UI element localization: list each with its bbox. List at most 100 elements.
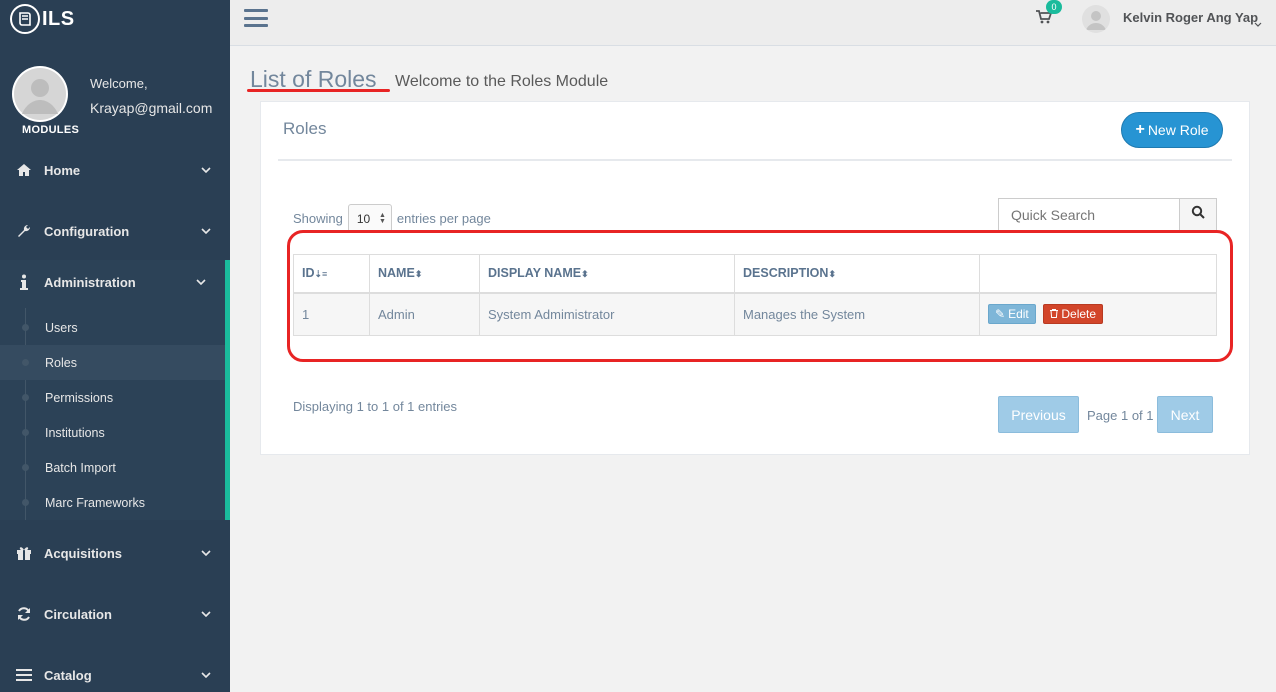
next-button[interactable]: Next — [1157, 396, 1213, 433]
wrench-icon — [14, 221, 34, 241]
title-annotation-underline — [247, 89, 390, 92]
pencil-icon: ✎ — [995, 307, 1006, 322]
sidebar-subitem-marc-frameworks[interactable]: Marc Frameworks — [0, 485, 225, 520]
column-header-label: NAME — [378, 266, 415, 281]
sidebar-item-configuration[interactable]: Configuration — [0, 209, 230, 253]
sidebar-subitem-label: Users — [45, 320, 78, 335]
refresh-icon — [14, 604, 34, 624]
table-row: 1 Admin System Admimistrator Manages the… — [293, 292, 1217, 336]
chevron-down-icon — [200, 608, 212, 620]
sidebar-item-label: Acquisitions — [44, 545, 123, 561]
table-header-row: ID⇣≡ NAME⬍ DISPLAY NAME⬍ DESCRIPTION⬍ — [293, 254, 1217, 294]
sidebar-subitem-label: Batch Import — [45, 460, 116, 475]
sidebar-item-label: Configuration — [44, 223, 130, 239]
gift-icon — [14, 543, 34, 563]
column-header-id[interactable]: ID⇣≡ — [293, 254, 370, 294]
cell-description: Manages the System — [734, 292, 980, 336]
sort-icon: ⬍ — [581, 269, 589, 280]
sidebar-item-label: Administration — [44, 274, 136, 290]
page-subtitle: Welcome to the Roles Module — [395, 73, 609, 90]
column-header-name[interactable]: NAME⬍ — [369, 254, 480, 294]
showing-label: Showing — [293, 211, 343, 226]
sidebar-subitem-permissions[interactable]: Permissions — [0, 380, 225, 415]
sort-desc-icon: ⇣≡ — [314, 269, 328, 280]
list-icon — [14, 665, 34, 685]
bullet-icon — [22, 324, 29, 331]
entries-label: entries per page — [396, 211, 491, 226]
roles-table: ID⇣≡ NAME⬍ DISPLAY NAME⬍ DESCRIPTION⬍ 1 … — [293, 254, 1217, 336]
sidebar-item-administration[interactable]: Administration — [0, 260, 230, 304]
bullet-icon — [22, 429, 29, 436]
new-role-label: New Role — [1147, 122, 1209, 138]
edit-button[interactable]: ✎ Edit — [988, 304, 1036, 325]
sort-icon: ⬍ — [414, 269, 423, 280]
search-button[interactable] — [1179, 198, 1217, 231]
sidebar-subitem-roles[interactable]: Roles — [0, 345, 225, 380]
entries-per-page: Showing 10 ▲ ▼ entries per page — [293, 204, 491, 233]
cell-id: 1 — [293, 292, 370, 336]
plus-icon: + — [1135, 121, 1145, 138]
quick-search-input[interactable] — [998, 198, 1180, 231]
cell-display-name: System Admimistrator — [479, 292, 735, 336]
profile-avatar — [12, 66, 68, 122]
bullet-icon — [22, 464, 29, 471]
column-header-label: DISPLAY NAME — [488, 266, 582, 281]
column-header-description[interactable]: DESCRIPTION⬍ — [734, 254, 980, 294]
sidebar-item-label: Circulation — [44, 606, 112, 622]
search-icon — [1191, 205, 1205, 224]
column-header-label: DESCRIPTION — [743, 266, 829, 281]
cell-name: Admin — [369, 292, 480, 336]
user-avatar[interactable] — [1082, 5, 1110, 33]
column-header-actions — [979, 254, 1217, 294]
sidebar-item-circulation[interactable]: Circulation — [0, 592, 230, 636]
sidebar-subitem-label: Roles — [45, 355, 77, 370]
sidebar-subitem-label: Permissions — [45, 390, 114, 405]
user-menu-name[interactable]: Kelvin Roger Ang Yap — [1123, 10, 1258, 25]
menu-toggle-icon[interactable] — [244, 7, 268, 29]
sidebar-item-catalog[interactable]: Catalog — [0, 653, 230, 692]
delete-button[interactable]: Delete — [1043, 304, 1104, 325]
chevron-down-icon — [200, 669, 212, 681]
column-header-display-name[interactable]: DISPLAY NAME⬍ — [479, 254, 735, 294]
welcome-text: Welcome, — [90, 76, 148, 91]
chevron-down-icon — [195, 276, 207, 288]
page-indicator: Page 1 of 1 — [1087, 408, 1154, 423]
home-icon — [14, 160, 34, 180]
book-icon — [10, 4, 40, 34]
roles-panel: Roles + New Role Showing 10 ▲ ▼ entries p… — [260, 101, 1250, 455]
trash-icon — [1050, 307, 1059, 321]
bullet-icon — [22, 499, 29, 506]
new-role-button[interactable]: + New Role — [1121, 112, 1223, 148]
chevron-down-icon — [200, 547, 212, 559]
sidebar-item-label: Home — [44, 162, 81, 178]
info-icon — [14, 272, 34, 292]
avatar — [12, 66, 68, 122]
sidebar-item-home[interactable]: Home — [0, 148, 230, 192]
sidebar-item-acquisitions[interactable]: Acquisitions — [0, 531, 230, 575]
select-arrows-icon: ▲ ▼ — [378, 212, 386, 225]
brand-name: ILS — [42, 7, 75, 30]
per-page-select[interactable]: 10 ▲ ▼ — [347, 204, 392, 233]
column-header-label: ID — [302, 266, 315, 281]
sidebar-subitem-institutions[interactable]: Institutions — [0, 415, 225, 450]
sidebar-item-label: Catalog — [44, 667, 92, 683]
user-email: Krayap@gmail.com — [90, 100, 213, 116]
pagination-info: Displaying 1 to 1 of 1 entries — [293, 399, 458, 414]
sort-icon: ⬍ — [828, 269, 836, 280]
chevron-down-icon — [200, 164, 212, 176]
panel-divider — [278, 159, 1232, 161]
brand-logo[interactable]: ILS — [10, 4, 75, 34]
panel-title: Roles — [283, 119, 327, 138]
cart-count-badge: 0 — [1046, 0, 1062, 14]
chevron-down-icon — [200, 225, 212, 237]
sidebar-subitem-batch-import[interactable]: Batch Import — [0, 450, 225, 485]
modules-heading: MODULES — [22, 124, 80, 136]
chevron-down-icon[interactable] — [1254, 14, 1262, 32]
sidebar-subitem-label: Institutions — [45, 425, 105, 440]
bullet-icon — [22, 359, 29, 366]
top-navbar: 0 Kelvin Roger Ang Yap — [230, 0, 1276, 46]
sidebar-subitem-users[interactable]: Users — [0, 310, 225, 345]
sidebar: ILS Welcome, Krayap@gmail.com MODULES Ho… — [0, 0, 230, 692]
previous-button[interactable]: Previous — [998, 396, 1079, 433]
cell-actions: ✎ Edit Delete — [979, 292, 1217, 336]
